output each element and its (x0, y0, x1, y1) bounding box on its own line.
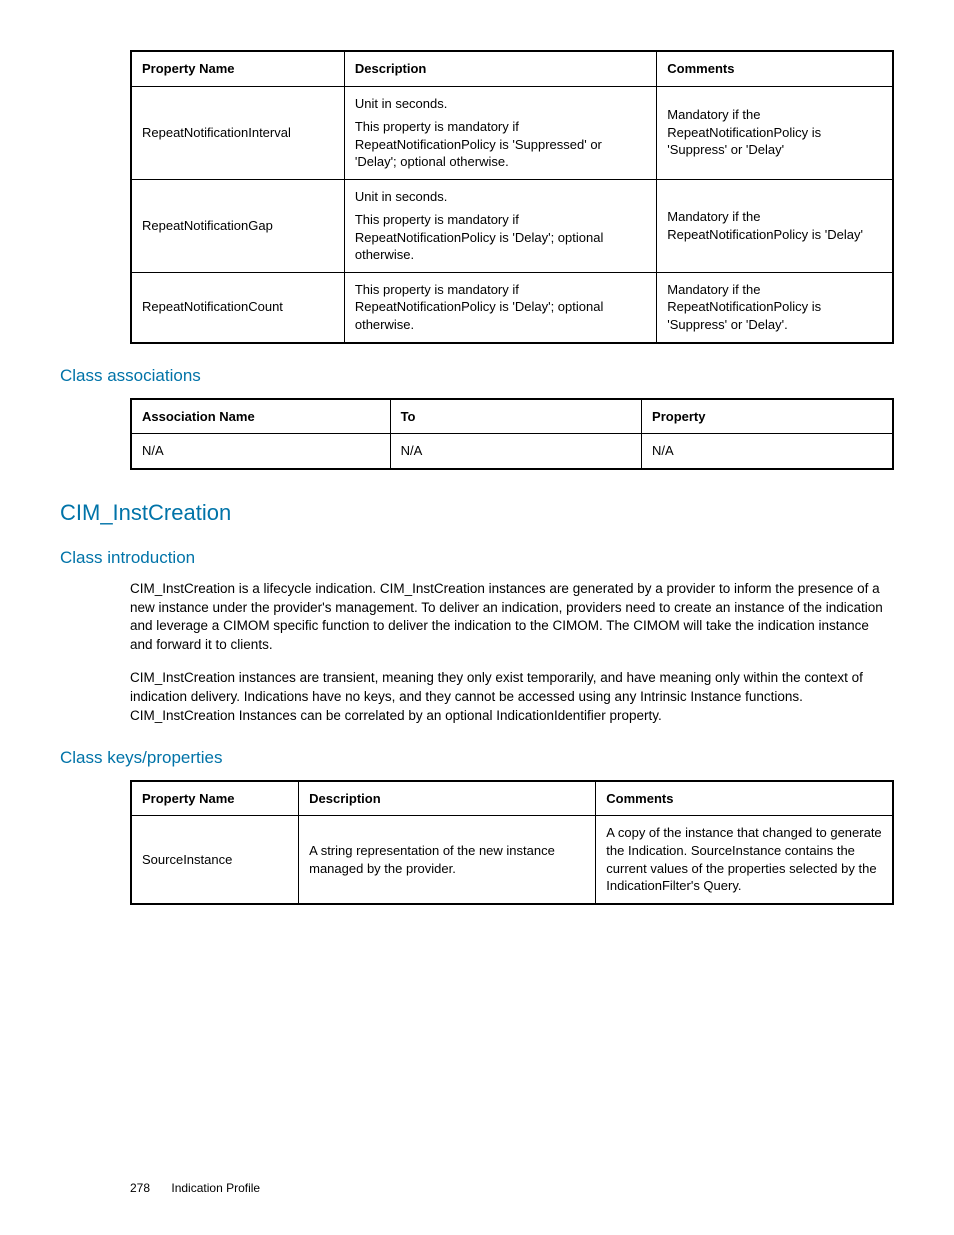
intro-paragraph-1: CIM_InstCreation is a lifecycle indicati… (130, 580, 894, 656)
prop-name: RepeatNotificationGap (131, 179, 344, 272)
t1-h2: Description (344, 51, 656, 86)
t2-h1: Association Name (131, 399, 390, 434)
table-row: RepeatNotificationCount This property is… (131, 272, 893, 342)
class-introduction-heading: Class introduction (60, 548, 894, 568)
properties-table-2: Property Name Description Comments Sourc… (130, 780, 894, 905)
class-associations-heading: Class associations (60, 366, 894, 386)
intro-paragraph-2: CIM_InstCreation instances are transient… (130, 669, 894, 726)
prop-name: RepeatNotificationInterval (131, 86, 344, 179)
t3-h3: Comments (596, 781, 893, 816)
t1-h3: Comments (657, 51, 893, 86)
page-footer: 278 Indication Profile (130, 1181, 260, 1195)
prop-desc: Unit in seconds. This property is mandat… (344, 179, 656, 272)
desc-line: Unit in seconds. (355, 95, 646, 113)
prop-comments: Mandatory if the RepeatNotificationPolic… (657, 179, 893, 272)
prop-comments: Mandatory if the RepeatNotificationPolic… (657, 86, 893, 179)
cim-instcreation-heading: CIM_InstCreation (60, 500, 894, 526)
footer-title: Indication Profile (171, 1181, 260, 1195)
table-row: SourceInstance A string representation o… (131, 816, 893, 904)
prop-name: SourceInstance (131, 816, 299, 904)
page-number: 278 (130, 1181, 150, 1195)
prop-desc: A string representation of the new insta… (299, 816, 596, 904)
prop-desc: This property is mandatory if RepeatNoti… (344, 272, 656, 342)
associations-table: Association Name To Property N/A N/A N/A (130, 398, 894, 470)
t1-h1: Property Name (131, 51, 344, 86)
desc-line: This property is mandatory if RepeatNoti… (355, 118, 646, 171)
assoc-name: N/A (131, 434, 390, 469)
assoc-to: N/A (390, 434, 641, 469)
table-row: N/A N/A N/A (131, 434, 893, 469)
table-row: RepeatNotificationGap Unit in seconds. T… (131, 179, 893, 272)
class-keys-properties-heading: Class keys/properties (60, 748, 894, 768)
assoc-prop: N/A (642, 434, 893, 469)
t2-h2: To (390, 399, 641, 434)
properties-table-1: Property Name Description Comments Repea… (130, 50, 894, 344)
desc-line: Unit in seconds. (355, 188, 646, 206)
t3-h2: Description (299, 781, 596, 816)
t2-h3: Property (642, 399, 893, 434)
prop-name: RepeatNotificationCount (131, 272, 344, 342)
table-row: RepeatNotificationInterval Unit in secon… (131, 86, 893, 179)
prop-desc: Unit in seconds. This property is mandat… (344, 86, 656, 179)
desc-line: This property is mandatory if RepeatNoti… (355, 211, 646, 264)
prop-comments: Mandatory if the RepeatNotificationPolic… (657, 272, 893, 342)
t3-h1: Property Name (131, 781, 299, 816)
prop-comments: A copy of the instance that changed to g… (596, 816, 893, 904)
